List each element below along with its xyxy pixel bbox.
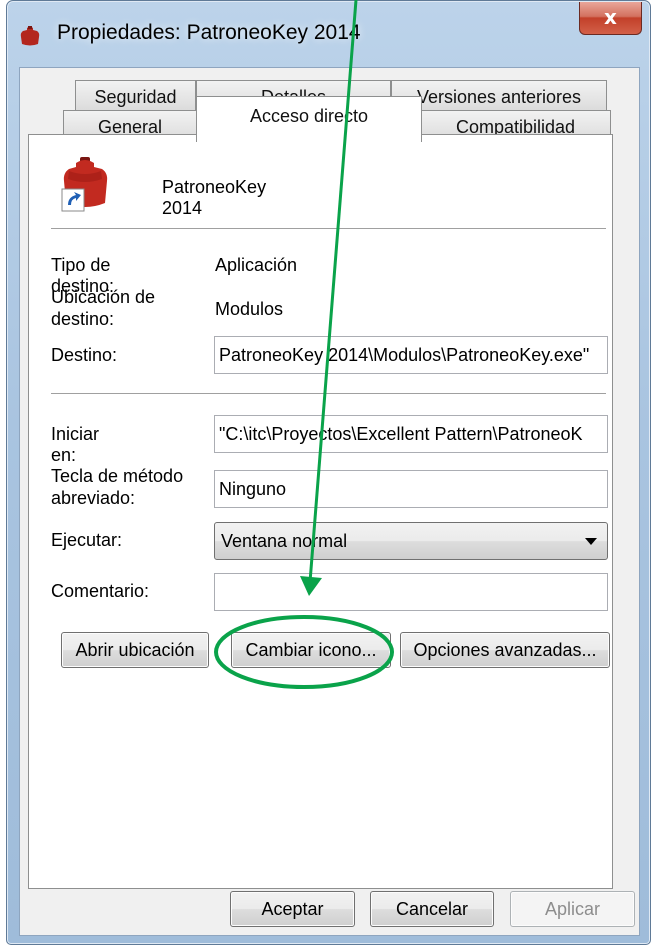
tab-page-acceso-directo	[28, 134, 613, 889]
run-label: Ejecutar:	[51, 530, 123, 550]
cancel-button[interactable]: Cancelar	[370, 891, 494, 927]
target-location-label: Ubicación de destino:	[51, 287, 156, 329]
apply-button[interactable]: Aplicar	[510, 891, 635, 927]
run-select-value: Ventana normal	[221, 531, 348, 551]
advanced-options-button[interactable]: Opciones avanzadas...	[400, 632, 610, 668]
start-in-field[interactable]: "C:\itc\Proyectos\Excellent Pattern\Patr…	[214, 415, 608, 453]
shortcut-name: PatroneoKey 2014	[162, 177, 267, 218]
target-label: Destino:	[51, 345, 118, 365]
title-bar[interactable]: Propiedades: PatroneoKey 2014 x	[7, 1, 650, 63]
window-title: Propiedades: PatroneoKey 2014	[57, 21, 361, 44]
separator	[51, 228, 606, 229]
change-icon-button[interactable]: Cambiar icono...	[231, 632, 391, 668]
tab-seguridad[interactable]: Seguridad	[75, 80, 196, 113]
target-location-value: Modulos	[215, 299, 284, 319]
tab-acceso-directo[interactable]: Acceso directo	[196, 96, 422, 142]
hotkey-field[interactable]: Ninguno	[214, 470, 608, 508]
chevron-down-icon	[585, 538, 597, 545]
target-type-value: Aplicación	[215, 255, 298, 275]
separator-2	[51, 393, 606, 394]
target-field[interactable]: PatroneoKey 2014\Modulos\PatroneoKey.exe…	[214, 336, 608, 374]
comment-label: Comentario:	[51, 581, 150, 601]
hotkey-label: Tecla de método abreviado:	[51, 466, 184, 508]
shortcut-icon	[61, 157, 108, 212]
ok-button[interactable]: Aceptar	[230, 891, 355, 927]
app-icon	[20, 26, 40, 46]
start-in-label: Iniciar en:	[51, 424, 100, 465]
close-button[interactable]: x	[579, 2, 642, 35]
tab-versiones-anteriores[interactable]: Versiones anteriores	[391, 80, 607, 113]
comment-field[interactable]	[214, 573, 608, 611]
run-select[interactable]: Ventana normal	[214, 522, 608, 560]
open-location-button[interactable]: Abrir ubicación	[61, 632, 209, 668]
